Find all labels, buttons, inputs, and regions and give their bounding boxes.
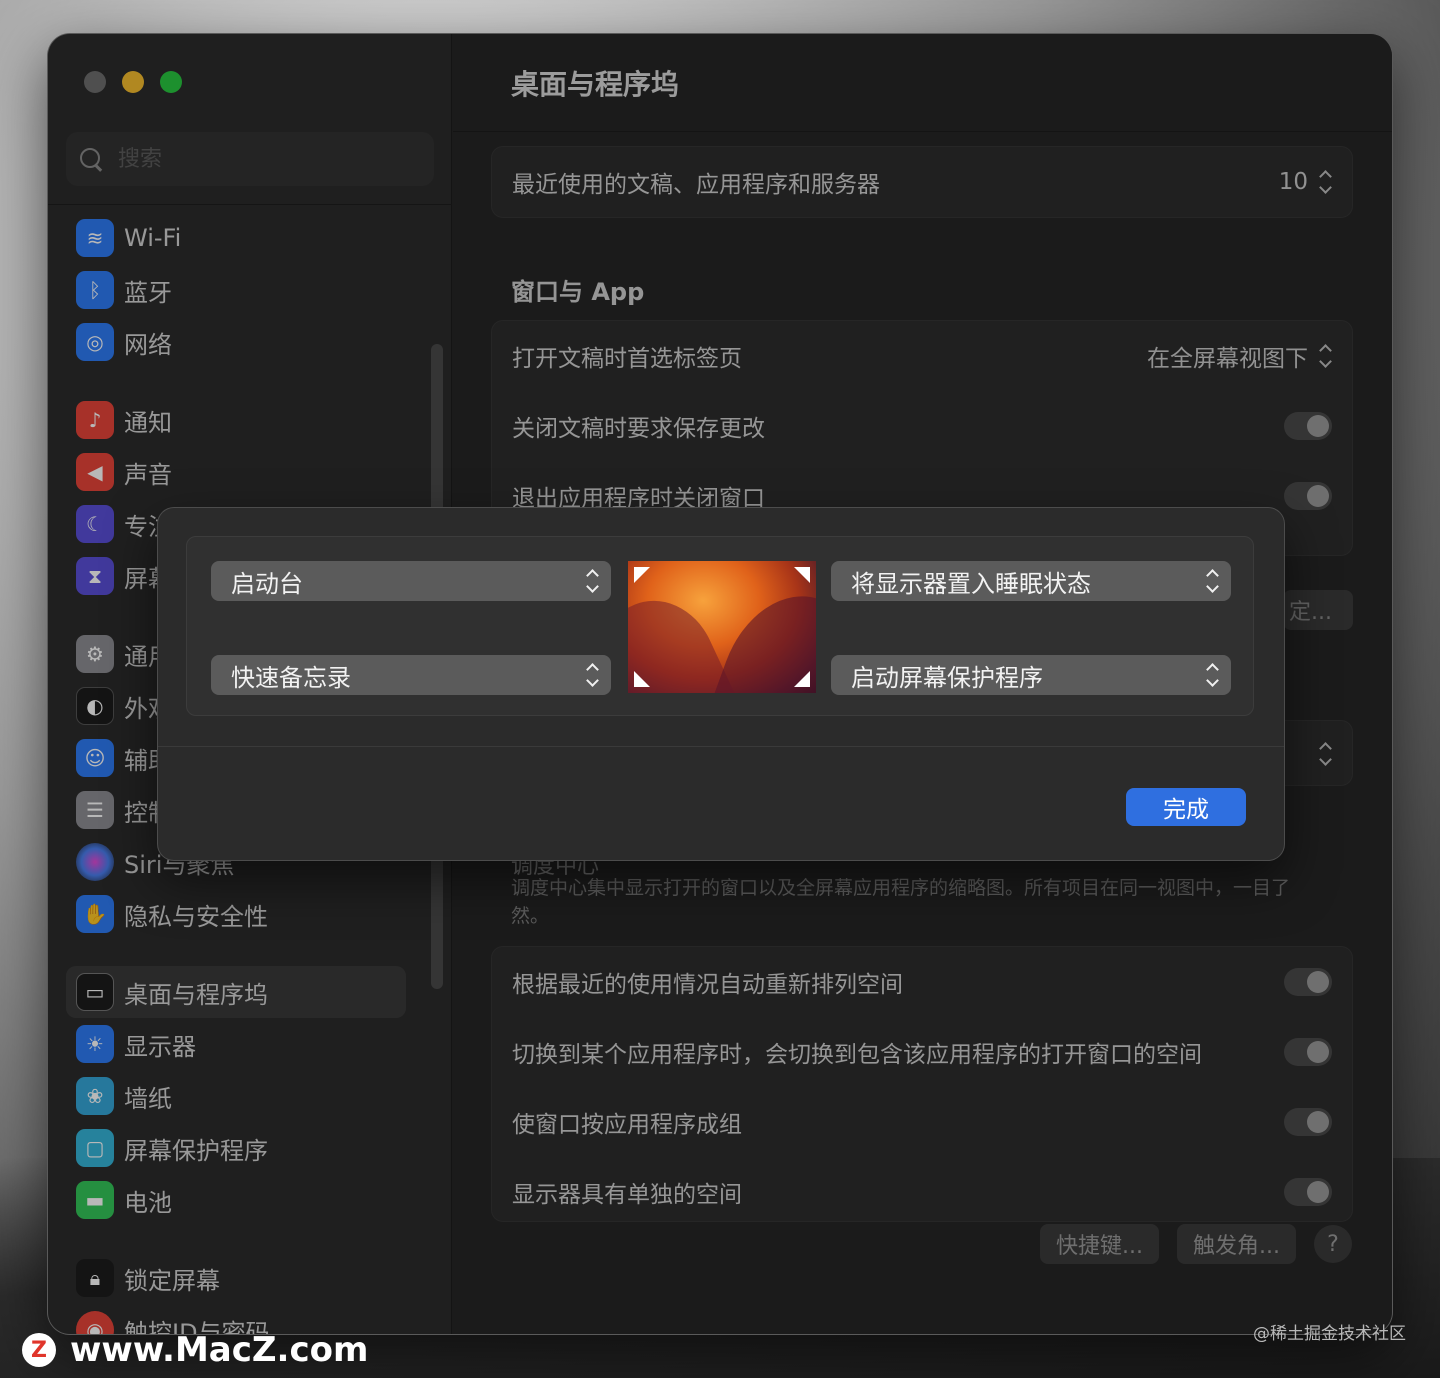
watermark-macz: Z www.MacZ.com [22, 1330, 368, 1370]
chevron-updown-icon [585, 662, 599, 688]
chevron-updown-icon [1205, 568, 1219, 594]
chevron-updown-icon [585, 568, 599, 594]
done-button[interactable]: 完成 [1126, 788, 1246, 826]
hot-corners-sheet: 启动台 快速备忘录 将显示器置入睡眠状态 启动屏幕保护程序 完成 [158, 508, 1284, 860]
corner-marker-icon [794, 671, 810, 687]
chevron-updown-icon [1205, 662, 1219, 688]
top-left-corner-value: 启动台 [231, 569, 303, 598]
top-right-corner-select[interactable]: 将显示器置入睡眠状态 [831, 561, 1231, 601]
bottom-left-corner-value: 快速备忘录 [231, 663, 351, 692]
corner-marker-icon [794, 567, 810, 583]
bottom-right-corner-value: 启动屏幕保护程序 [851, 663, 1043, 692]
bottom-right-corner-select[interactable]: 启动屏幕保护程序 [831, 655, 1231, 695]
corner-marker-icon [634, 567, 650, 583]
sheet-divider [158, 746, 1284, 747]
top-left-corner-select[interactable]: 启动台 [211, 561, 611, 601]
watermark-juejin: @稀土掘金技术社区 [1253, 1324, 1406, 1344]
bottom-left-corner-select[interactable]: 快速备忘录 [211, 655, 611, 695]
watermark-macz-text: www.MacZ.com [70, 1330, 369, 1370]
screen-preview [628, 561, 816, 693]
top-right-corner-value: 将显示器置入睡眠状态 [851, 569, 1091, 598]
corner-marker-icon [634, 671, 650, 687]
macz-logo-icon: Z [22, 1333, 56, 1367]
